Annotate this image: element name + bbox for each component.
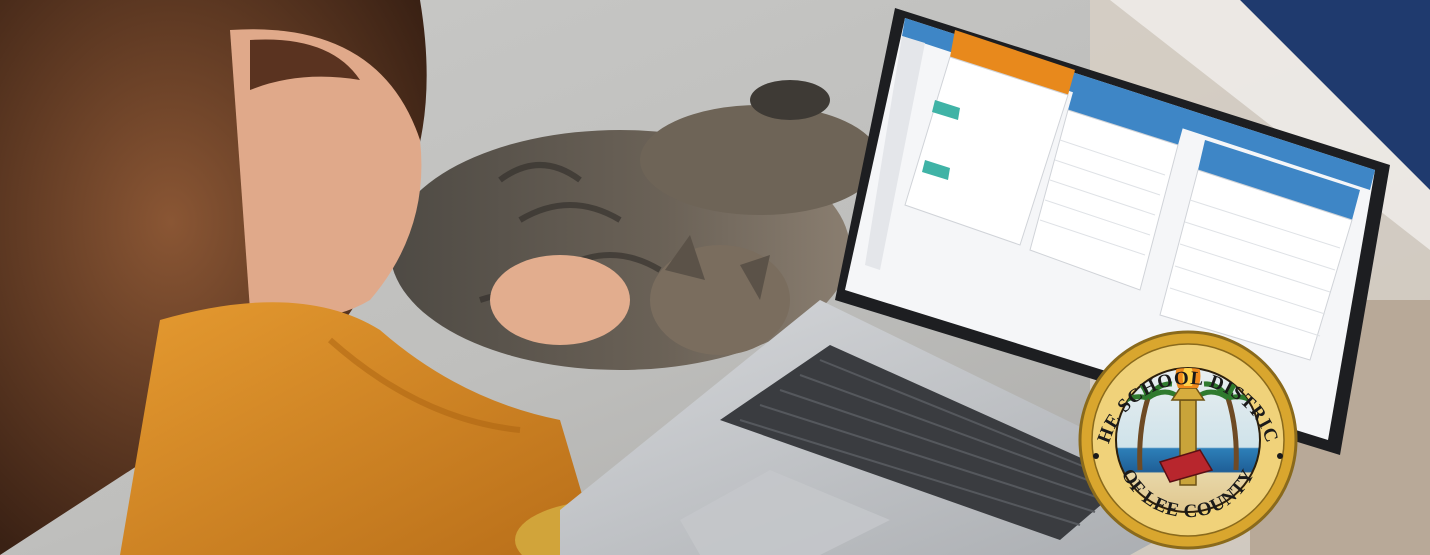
photo-scene: THE SCHOOL DISTRICT OF LEE COUNTY [0, 0, 1430, 555]
photo-banner: THE SCHOOL DISTRICT OF LEE COUNTY [0, 0, 1430, 555]
